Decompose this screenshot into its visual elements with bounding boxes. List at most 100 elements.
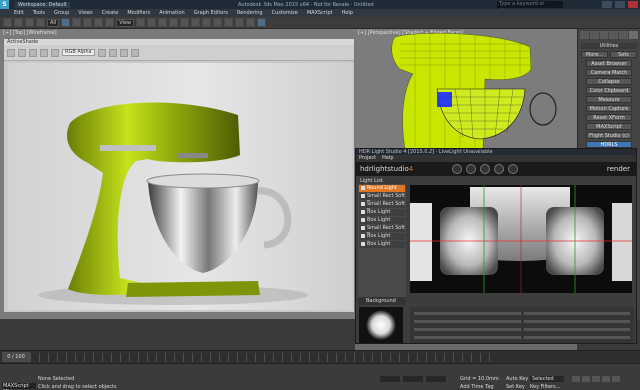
- menu-modifiers[interactable]: Modifiers: [127, 10, 150, 16]
- channel-dropdown[interactable]: RGB Alpha: [62, 49, 95, 56]
- auto-key-button[interactable]: Auto Key: [506, 376, 528, 382]
- reset-xform-button[interactable]: Reset XForm: [586, 114, 632, 121]
- display-tab[interactable]: [619, 31, 629, 39]
- close-button[interactable]: [628, 1, 638, 8]
- align-icon[interactable]: [191, 18, 201, 27]
- hdrls-button[interactable]: HDRLS: [586, 141, 632, 148]
- menu-tools[interactable]: Tools: [33, 10, 45, 16]
- menu-graph-editors[interactable]: Graph Editors: [194, 10, 228, 16]
- create-tab[interactable]: [580, 31, 589, 39]
- time-ruler[interactable]: [30, 353, 490, 362]
- light-item[interactable]: Box Light: [359, 209, 405, 216]
- size-slider[interactable]: [414, 320, 521, 323]
- more-button[interactable]: More...: [581, 51, 608, 58]
- brightness-slider[interactable]: [414, 312, 521, 315]
- workspace-dropdown[interactable]: Workspace: Default: [15, 1, 70, 8]
- light-item[interactable]: Small Rect Soft Bo...: [359, 201, 405, 214]
- app-logo-icon[interactable]: S: [0, 0, 9, 9]
- percent-snap-icon[interactable]: [169, 18, 179, 27]
- maxscript-listener[interactable]: MAXScript Mi:: [2, 383, 36, 390]
- falloff-slider[interactable]: [523, 320, 630, 323]
- motion-tab[interactable]: [609, 31, 619, 39]
- rotation-slider[interactable]: [414, 328, 521, 331]
- set-key-button[interactable]: Set Key: [506, 384, 525, 390]
- reference-coord-dropdown[interactable]: View: [116, 18, 135, 27]
- print-icon[interactable]: [40, 48, 48, 57]
- light-item[interactable]: Box Light: [359, 241, 405, 248]
- link-icon[interactable]: [25, 18, 34, 27]
- hdr-map-preview[interactable]: [410, 185, 632, 293]
- copy-image-icon[interactable]: [18, 48, 26, 57]
- menu-help[interactable]: Help: [342, 10, 353, 16]
- light-item[interactable]: Round Light: [359, 185, 405, 192]
- blend-slider[interactable]: [414, 336, 521, 339]
- hdr-light-studio-window[interactable]: HDR Light Studio 4 [2015.0.2] · LiveLigh…: [355, 148, 637, 344]
- viewport-label[interactable]: [+] [Top] [Wireframe]: [3, 30, 57, 36]
- flight-studio-button[interactable]: Flight Studio (c): [586, 132, 632, 139]
- menu-customize[interactable]: Customize: [272, 10, 298, 16]
- maxscript-button[interactable]: MAXScript: [586, 123, 632, 130]
- menu-views[interactable]: Views: [78, 10, 92, 16]
- selection-filter-dropdown[interactable]: All: [47, 18, 60, 27]
- angle-snap-icon[interactable]: [158, 18, 168, 27]
- move-icon[interactable]: [83, 18, 93, 27]
- green-channel-icon[interactable]: [108, 48, 117, 57]
- minimize-button[interactable]: [602, 1, 612, 8]
- blue-channel-icon[interactable]: [119, 48, 128, 57]
- clear-icon[interactable]: [51, 48, 59, 57]
- viewport-perspective[interactable]: [+] [Perspective] [Shaded + Edged Faces]: [355, 29, 577, 149]
- snap-icon[interactable]: [147, 18, 157, 27]
- unlink-icon[interactable]: [36, 18, 45, 27]
- menu-maxscript[interactable]: MAXScript: [307, 10, 333, 16]
- save-image-icon[interactable]: [7, 48, 15, 57]
- light-item[interactable]: Small Rect Soft Bo...: [359, 193, 405, 206]
- add-time-tag-button[interactable]: Add Time Tag: [460, 384, 494, 390]
- light-item[interactable]: Box Light: [359, 217, 405, 224]
- center-icon[interactable]: [466, 164, 476, 174]
- play-icon[interactable]: [592, 376, 600, 382]
- render-frame-icon[interactable]: [246, 18, 256, 27]
- camera-match-button[interactable]: Camera Match: [586, 69, 632, 76]
- rotate-icon[interactable]: [94, 18, 104, 27]
- asset-browser-button[interactable]: Asset Browser: [586, 60, 632, 67]
- opacity-slider[interactable]: [523, 328, 630, 331]
- measure-button[interactable]: Measure: [586, 96, 632, 103]
- light-item[interactable]: Small Rect Soft Bo...: [359, 225, 405, 238]
- curve-editor-icon[interactable]: [213, 18, 223, 27]
- render-icon[interactable]: [257, 18, 267, 27]
- clone-frame-icon[interactable]: [29, 48, 37, 57]
- utilities-tab[interactable]: [629, 31, 638, 39]
- redo-icon[interactable]: [14, 18, 23, 27]
- rotate-icon[interactable]: [494, 164, 504, 174]
- menu-rendering[interactable]: Rendering: [237, 10, 263, 16]
- collapse-button[interactable]: Collapse: [586, 78, 632, 85]
- pivot-icon[interactable]: [136, 18, 146, 27]
- menu-create[interactable]: Create: [102, 10, 119, 16]
- move-icon[interactable]: [480, 164, 490, 174]
- go-to-start-icon[interactable]: [572, 376, 580, 382]
- light-item[interactable]: Box Light: [359, 233, 405, 240]
- material-editor-icon[interactable]: [224, 18, 234, 27]
- background-item[interactable]: Background: [358, 297, 406, 305]
- color-slider[interactable]: [523, 312, 630, 315]
- mirror-icon[interactable]: [180, 18, 190, 27]
- scale-icon[interactable]: [105, 18, 115, 27]
- search-input[interactable]: Type a keyword or phrase: [497, 1, 563, 14]
- timeline[interactable]: 0 / 100: [0, 350, 640, 363]
- render-setup-icon[interactable]: [235, 18, 245, 27]
- menu-animation[interactable]: Animation: [159, 10, 185, 16]
- go-to-end-icon[interactable]: [612, 376, 620, 382]
- render-tab[interactable]: render: [607, 165, 630, 173]
- y-coordinate-field[interactable]: [403, 376, 423, 382]
- undo-icon[interactable]: [3, 18, 12, 27]
- light-swatch[interactable]: [359, 307, 403, 343]
- alpha-channel-icon[interactable]: [130, 48, 139, 57]
- menu-group[interactable]: Group: [54, 10, 69, 16]
- modify-tab[interactable]: [589, 31, 599, 39]
- maximize-button[interactable]: [615, 1, 625, 8]
- motion-capture-button[interactable]: Motion Capture: [586, 105, 632, 112]
- x-coordinate-field[interactable]: [380, 376, 400, 382]
- color-clipboard-button[interactable]: Color Clipboard: [586, 87, 632, 94]
- red-channel-icon[interactable]: [97, 48, 106, 57]
- activeshade-window[interactable]: ActiveShade RGB Alpha: [3, 38, 355, 313]
